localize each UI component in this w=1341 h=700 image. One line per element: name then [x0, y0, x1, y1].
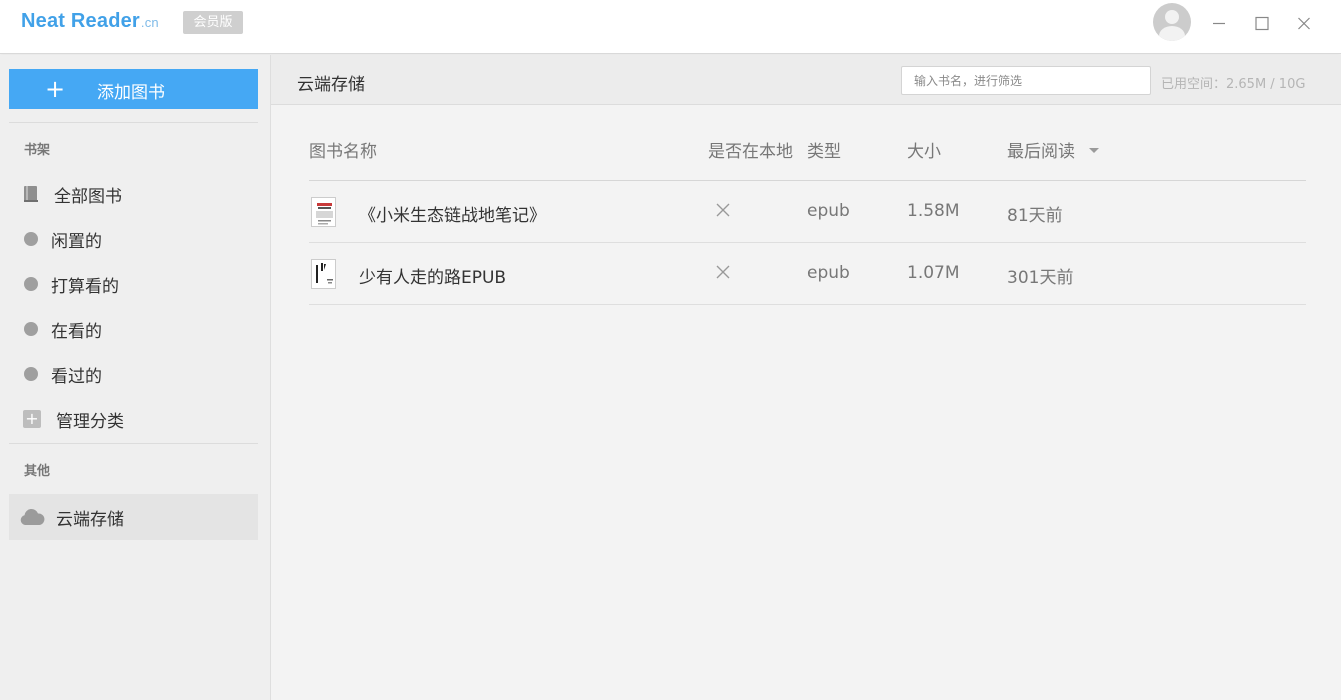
- sort-down-icon: [1089, 147, 1099, 153]
- cloud-icon: [20, 508, 45, 525]
- close-icon: [1298, 17, 1310, 30]
- dot-icon: [24, 367, 38, 381]
- column-header-title[interactable]: 图书名称: [309, 137, 377, 162]
- sidebar-item-plan-to-read[interactable]: 打算看的: [9, 264, 258, 304]
- sidebar-item-label: 看过的: [51, 366, 102, 387]
- table-header: 图书名称 是否在本地 类型 大小 最后阅读: [309, 125, 1306, 181]
- dot-icon: [24, 322, 38, 336]
- app-logo: Neat Reader.cn: [21, 10, 159, 33]
- logo-suffix-text: .cn: [140, 15, 159, 30]
- user-avatar[interactable]: [1153, 3, 1191, 41]
- sidebar-item-reading[interactable]: 在看的: [9, 309, 258, 349]
- maximize-icon: [1255, 16, 1269, 31]
- sidebar-item-label: 在看的: [51, 321, 102, 342]
- book-title: 《小米生态链战地笔记》: [359, 206, 546, 226]
- column-header-size[interactable]: 大小: [907, 137, 941, 162]
- table-row[interactable]: 《小米生态链战地笔记》 epub 1.58M 81天前: [309, 181, 1306, 243]
- page-title: 云端存储: [297, 75, 365, 95]
- title-bar: Neat Reader.cn 会员版: [0, 0, 1341, 54]
- book-cover: [311, 259, 336, 289]
- dot-icon: [24, 277, 38, 291]
- sidebar-item-all-books[interactable]: 全部图书: [9, 174, 258, 214]
- other-section-label: 其他: [24, 464, 51, 479]
- book-size: 1.07M: [907, 263, 960, 283]
- table-row[interactable]: 少有人走的路EPUB epub 1.07M 301天前: [309, 243, 1306, 305]
- sidebar-divider: [9, 443, 258, 444]
- book-table: 图书名称 是否在本地 类型 大小 最后阅读 《小米生态链战地笔记》 epub 1…: [309, 125, 1306, 305]
- sidebar-item-label: 打算看的: [51, 276, 119, 297]
- minimize-button[interactable]: [1206, 10, 1232, 36]
- minimize-icon: [1213, 22, 1225, 25]
- sidebar-item-label: 闲置的: [51, 231, 102, 252]
- book-filter-input[interactable]: [901, 66, 1151, 95]
- main-header: 云端存储 已用空间：2.65M / 10G: [271, 55, 1341, 105]
- sidebar-item-manage-categories[interactable]: + 管理分类: [9, 399, 258, 439]
- sidebar-item-idle[interactable]: 闲置的: [9, 219, 258, 259]
- book-cover-image: [312, 260, 335, 288]
- not-local-icon: [716, 203, 730, 217]
- book-type: epub: [807, 263, 850, 283]
- shelf-section-label: 书架: [24, 143, 51, 158]
- book-icon: [24, 186, 38, 202]
- sidebar-item-label: 全部图书: [54, 186, 122, 207]
- storage-usage: 已用空间：2.65M / 10G: [1161, 77, 1306, 92]
- column-header-last-read-label: 最后阅读: [1007, 142, 1075, 162]
- sidebar-item-cloud-storage[interactable]: 云端存储: [9, 494, 258, 540]
- book-last-read: 81天前: [1007, 206, 1063, 226]
- vip-badge: 会员版: [183, 11, 243, 34]
- maximize-button[interactable]: [1249, 10, 1275, 36]
- book-type: epub: [807, 201, 850, 221]
- plus-box-icon: +: [23, 410, 41, 428]
- dot-icon: [24, 232, 38, 246]
- sidebar: + 添加图书 书架 全部图书 闲置的 打算看的 在看的 看过的 + 管理分类 其…: [0, 55, 271, 700]
- column-header-local[interactable]: 是否在本地: [708, 137, 793, 162]
- avatar-shoulders: [1159, 26, 1185, 41]
- book-last-read: 301天前: [1007, 268, 1074, 288]
- book-cover: [311, 197, 336, 227]
- sidebar-item-read[interactable]: 看过的: [9, 354, 258, 394]
- add-book-button[interactable]: + 添加图书: [9, 69, 258, 109]
- sidebar-item-label: 管理分类: [56, 411, 124, 432]
- sidebar-item-label: 云端存储: [56, 509, 124, 530]
- logo-main-text: Neat Reader: [21, 10, 140, 32]
- close-button[interactable]: [1291, 10, 1317, 36]
- sidebar-divider: [9, 122, 258, 123]
- column-header-last-read[interactable]: 最后阅读: [1007, 137, 1099, 162]
- avatar-head: [1165, 10, 1179, 24]
- plus-icon: +: [45, 75, 66, 103]
- column-header-type[interactable]: 类型: [807, 137, 841, 162]
- book-title: 少有人走的路EPUB: [359, 268, 507, 288]
- book-cover-image: [312, 198, 335, 226]
- main-content: 云端存储 已用空间：2.65M / 10G 图书名称 是否在本地 类型 大小 最…: [271, 55, 1341, 700]
- not-local-icon: [716, 265, 730, 279]
- add-book-label: 添加图书: [97, 83, 165, 103]
- book-size: 1.58M: [907, 201, 960, 221]
